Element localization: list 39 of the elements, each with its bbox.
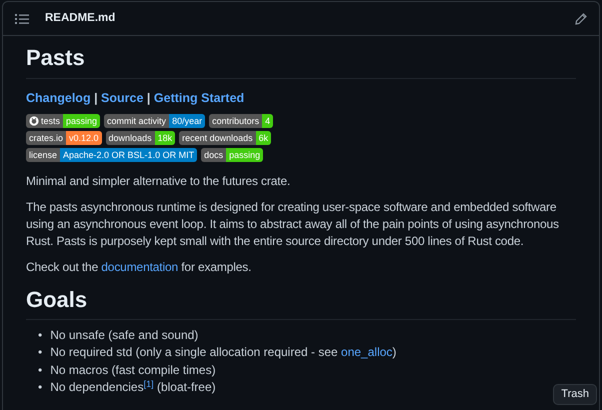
badge-value: 4 [262,114,274,128]
badge-label: commit activity [104,114,170,128]
link[interactable]: Source [101,90,144,104]
link[interactable]: one_alloc [341,345,392,360]
edit-icon[interactable] [575,12,587,24]
file-name: README.md [45,10,116,26]
link-line: Changelog | Source | Getting Started [26,90,246,106]
link[interactable]: documentation [101,260,178,274]
bullet: • [38,362,42,379]
badge-label: downloads [106,130,155,144]
bullet: • [38,326,42,344]
badge-value: 80/year [169,114,206,128]
page-title: Pasts [26,42,576,78]
badge-text: tests [41,114,60,128]
link[interactable]: Getting Started [154,90,244,104]
badge-label: recent downloads [179,130,256,144]
tooltip: Trash [553,384,597,404]
badge-value: passing [63,114,100,128]
badge-label: docs [201,148,226,162]
list-item: No macros (fast compile times) [50,362,216,379]
list-item: No dependencies$^{[1]}$ (bloat-free) [50,379,216,396]
list-item: No required std (only a single allocation required - see one_alloc) [50,344,396,362]
paragraph: Check out the documentation for examples. [26,258,252,276]
badge-value: v0.12.0 [66,130,102,144]
badge-value: passing [226,148,264,162]
badge-value: 6k [256,130,272,144]
badge-label: crates.io [26,130,66,144]
bullet: • [38,344,42,362]
badge-value: Apache-2.0 OR BSL-1.0 OR MIT [60,148,198,162]
list-item: No unsafe (safe and sound) [50,326,198,344]
paragraph: The pasts asynchronous runtime is designed for creating user-space software and embedded software using an asynchronous event loop. It aims to abstract away all of the pain points of using asynchronous Rust. Pasts is purposely kept small with the entire source directory under 500 lines of Rust code. [26,198,560,250]
badge-label: license [26,148,60,162]
badge-value: 18k [154,130,176,144]
bullet: • [38,379,42,396]
section-title: Goals [26,284,576,320]
paragraph: Minimal and simpler alternative to the futures crate. [26,172,292,190]
list-icon[interactable] [15,12,29,24]
badge-label: contributors [209,114,262,128]
link[interactable]: Changelog [26,90,91,104]
